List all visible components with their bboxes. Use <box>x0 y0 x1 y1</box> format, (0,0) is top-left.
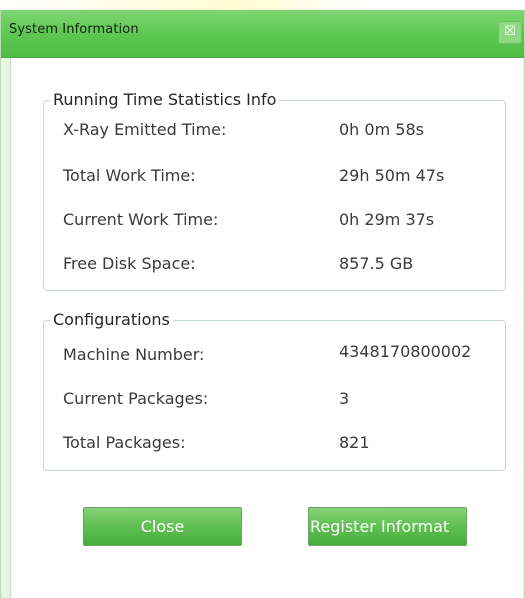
machine-number-value: 4348170800002 <box>339 342 472 361</box>
free-disk-space-value: 857.5 GB <box>339 254 414 273</box>
total-packages-label: Total Packages: <box>63 433 186 452</box>
dialog-content: Running Time Statistics Info X-Ray Emitt… <box>10 58 523 598</box>
xray-emitted-time-value: 0h 0m 58s <box>339 120 424 139</box>
background-top <box>0 0 525 10</box>
running-time-legend: Running Time Statistics Info <box>50 90 280 109</box>
machine-number-label: Machine Number: <box>63 345 205 364</box>
close-icon[interactable]: ☒ <box>498 21 522 44</box>
system-information-dialog: System Information ☒ Running Time Statis… <box>0 10 525 598</box>
total-work-time-label: Total Work Time: <box>63 166 196 185</box>
current-work-time-label: Current Work Time: <box>63 210 219 229</box>
register-information-button[interactable]: Register Informat <box>308 507 467 546</box>
configurations-legend: Configurations <box>50 310 173 329</box>
free-disk-space-label: Free Disk Space: <box>63 254 196 273</box>
window-title: System Information <box>9 22 139 37</box>
title-bar: System Information ☒ <box>1 10 524 58</box>
total-packages-value: 821 <box>339 433 370 452</box>
current-packages-label: Current Packages: <box>63 389 209 408</box>
current-work-time-value: 0h 29m 37s <box>339 210 435 229</box>
close-button[interactable]: Close <box>83 507 242 546</box>
xray-emitted-time-label: X-Ray Emitted Time: <box>63 120 227 139</box>
total-work-time-value: 29h 50m 47s <box>339 166 445 185</box>
current-packages-value: 3 <box>339 389 350 408</box>
